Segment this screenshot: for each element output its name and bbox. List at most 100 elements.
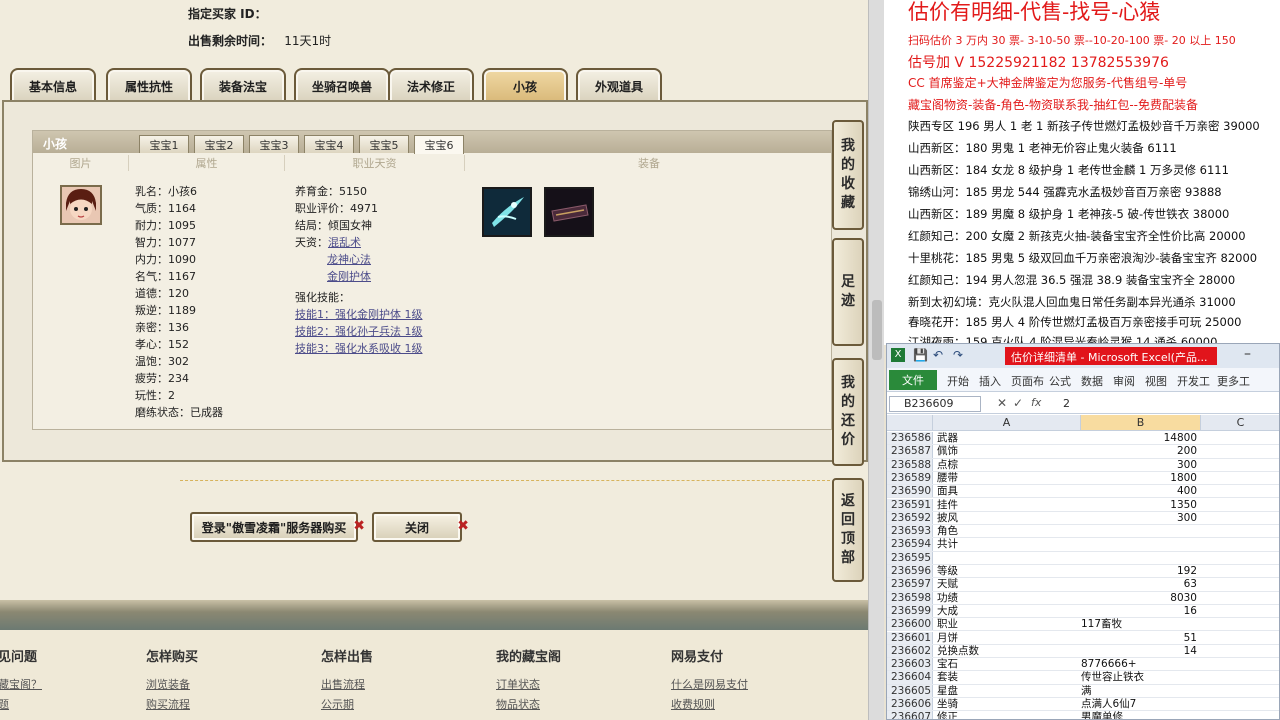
talent-link-3[interactable]: 金刚护体 [327, 270, 371, 283]
cancel-formula-icon[interactable]: ✕ [997, 396, 1007, 410]
save-icon[interactable]: 💾 [913, 348, 928, 362]
cell-b[interactable]: 男魔单修 [1081, 711, 1199, 719]
cell-a[interactable]: 面具 [937, 485, 1077, 498]
insert-function-icon[interactable]: fx [1031, 396, 1041, 409]
footer-link[interactable]: 浏览装备 [146, 675, 198, 695]
menu-developer[interactable]: 开发工 [1177, 373, 1210, 389]
footer-link[interactable]: 什么是网易支付 [671, 675, 748, 695]
skill-link-2[interactable]: 技能2：强化孙子兵法 1级 [295, 323, 423, 340]
cell-b[interactable]: 63 [1081, 578, 1197, 591]
minimize-icon[interactable]: – [1244, 346, 1251, 362]
menu-view[interactable]: 视图 [1145, 373, 1167, 389]
cell-b[interactable]: 400 [1081, 485, 1197, 498]
row-number[interactable]: 236591 [887, 498, 933, 511]
row-number[interactable]: 236606 [887, 698, 933, 711]
cell-b[interactable]: 传世容止铁衣 [1081, 671, 1199, 684]
cell-a[interactable]: 兑换点数 [937, 645, 1077, 658]
row-number[interactable]: 236589 [887, 471, 933, 485]
equip-slot-1[interactable] [482, 187, 532, 237]
row-number[interactable]: 236597 [887, 578, 933, 591]
row-number[interactable]: 236588 [887, 458, 933, 471]
cell-a[interactable]: 大成 [937, 605, 1077, 618]
equip-slot-2[interactable] [544, 187, 594, 237]
cell-b[interactable]: 200 [1081, 445, 1197, 458]
tab-children[interactable]: 小孩 [482, 68, 568, 102]
footer-link[interactable]: 购买流程 [146, 695, 198, 715]
row-number[interactable]: 236586 [887, 432, 933, 445]
scrollbar-thumb[interactable] [872, 300, 882, 360]
tab-spell-mods[interactable]: 法术修正 [388, 68, 474, 102]
cell-b[interactable]: 14 [1081, 645, 1197, 658]
subtab-baby-3[interactable]: 宝宝3 [249, 135, 299, 153]
subtab-baby-4[interactable]: 宝宝4 [304, 135, 354, 153]
footer-link[interactable]: 藏宝阁？ [0, 675, 42, 695]
talent-link-2[interactable]: 龙神心法 [327, 253, 371, 266]
redo-icon[interactable]: ↷ [953, 348, 963, 362]
menu-review[interactable]: 审阅 [1113, 373, 1135, 389]
menu-page-layout[interactable]: 页面布 [1011, 373, 1044, 389]
cell-a[interactable]: 武器 [937, 432, 1077, 445]
my-favorites-button[interactable]: 我的收藏 [832, 120, 864, 230]
row-number[interactable]: 236592 [887, 511, 933, 525]
col-header-c[interactable]: C [1201, 415, 1279, 431]
back-to-top-button[interactable]: 返回顶部 [832, 478, 864, 582]
footprints-button[interactable]: 足迹 [832, 238, 864, 346]
cell-a[interactable]: 职业 [937, 618, 1077, 631]
footer-link[interactable]: 公示期 [321, 695, 373, 715]
menu-formulas[interactable]: 公式 [1049, 373, 1071, 389]
cell-a[interactable]: 宝石 [937, 658, 1077, 671]
menu-home[interactable]: 开始 [947, 373, 969, 389]
cell-a[interactable]: 坐骑 [937, 698, 1077, 711]
cell-a[interactable]: 挂件 [937, 499, 1077, 512]
footer-link[interactable]: 出售流程 [321, 675, 373, 695]
tab-basic-info[interactable]: 基本信息 [10, 68, 96, 102]
cell-b[interactable]: 51 [1081, 632, 1197, 645]
cell-a[interactable]: 修正 [937, 711, 1077, 719]
menu-insert[interactable]: 插入 [979, 373, 1001, 389]
cell-b[interactable]: 117畜牧 [1081, 618, 1199, 631]
menu-data[interactable]: 数据 [1081, 373, 1103, 389]
subtab-baby-6[interactable]: 宝宝6 [414, 135, 464, 154]
page-scrollbar[interactable] [868, 0, 884, 720]
row-number[interactable]: 236599 [887, 604, 933, 618]
footer-link[interactable]: 物品状态 [496, 695, 561, 715]
row-number[interactable]: 236604 [887, 671, 933, 684]
cell-b[interactable]: 1350 [1081, 499, 1197, 512]
row-number[interactable]: 236596 [887, 565, 933, 578]
cell-a[interactable]: 天赋 [937, 578, 1077, 591]
row-number[interactable]: 236601 [887, 631, 933, 644]
skill-link-1[interactable]: 技能1：强化金刚护体 1级 [295, 306, 423, 323]
talent-link-1[interactable]: 混乱术 [328, 236, 361, 249]
footer-link[interactable]: 订单状态 [496, 675, 561, 695]
row-number[interactable]: 236600 [887, 618, 933, 631]
cell-a[interactable]: 月饼 [937, 632, 1077, 645]
subtab-baby-2[interactable]: 宝宝2 [194, 135, 244, 153]
subtab-baby-1[interactable]: 宝宝1 [139, 135, 189, 153]
row-number[interactable]: 236590 [887, 485, 933, 498]
login-buy-button[interactable]: 登录"傲雪凌霜"服务器购买 ✖ [190, 512, 365, 542]
close-button[interactable]: 关闭 ✖ [372, 512, 469, 542]
confirm-formula-icon[interactable]: ✓ [1013, 396, 1023, 410]
cell-b[interactable]: 300 [1081, 512, 1197, 525]
file-menu-button[interactable]: 文件 [889, 370, 937, 390]
tab-appearance[interactable]: 外观道具 [576, 68, 662, 102]
cell-b[interactable]: 1800 [1081, 472, 1197, 485]
cell-a[interactable]: 等级 [937, 565, 1077, 578]
undo-icon[interactable]: ↶ [933, 348, 943, 362]
row-number[interactable]: 236595 [887, 551, 933, 564]
cell-a[interactable]: 星盘 [937, 685, 1077, 698]
row-number[interactable]: 236587 [887, 445, 933, 458]
cell-a[interactable]: 共计 [937, 538, 1077, 551]
tab-mounts-pets[interactable]: 坐骑召唤兽 [294, 68, 390, 102]
cell-a[interactable]: 角色 [937, 525, 1077, 538]
menu-more-tools[interactable]: 更多工 [1217, 373, 1250, 389]
my-counteroffer-button[interactable]: 我的还价 [832, 358, 864, 466]
row-number[interactable]: 236607 [887, 711, 933, 719]
cell-a[interactable]: 披风 [937, 512, 1077, 525]
cell-a[interactable]: 点棕 [937, 459, 1077, 472]
row-number[interactable]: 236602 [887, 644, 933, 658]
select-all-corner[interactable] [887, 415, 933, 431]
cell-b[interactable]: 14800 [1081, 432, 1197, 445]
cell-a[interactable]: 功绩 [937, 592, 1077, 605]
row-number[interactable]: 236598 [887, 591, 933, 604]
